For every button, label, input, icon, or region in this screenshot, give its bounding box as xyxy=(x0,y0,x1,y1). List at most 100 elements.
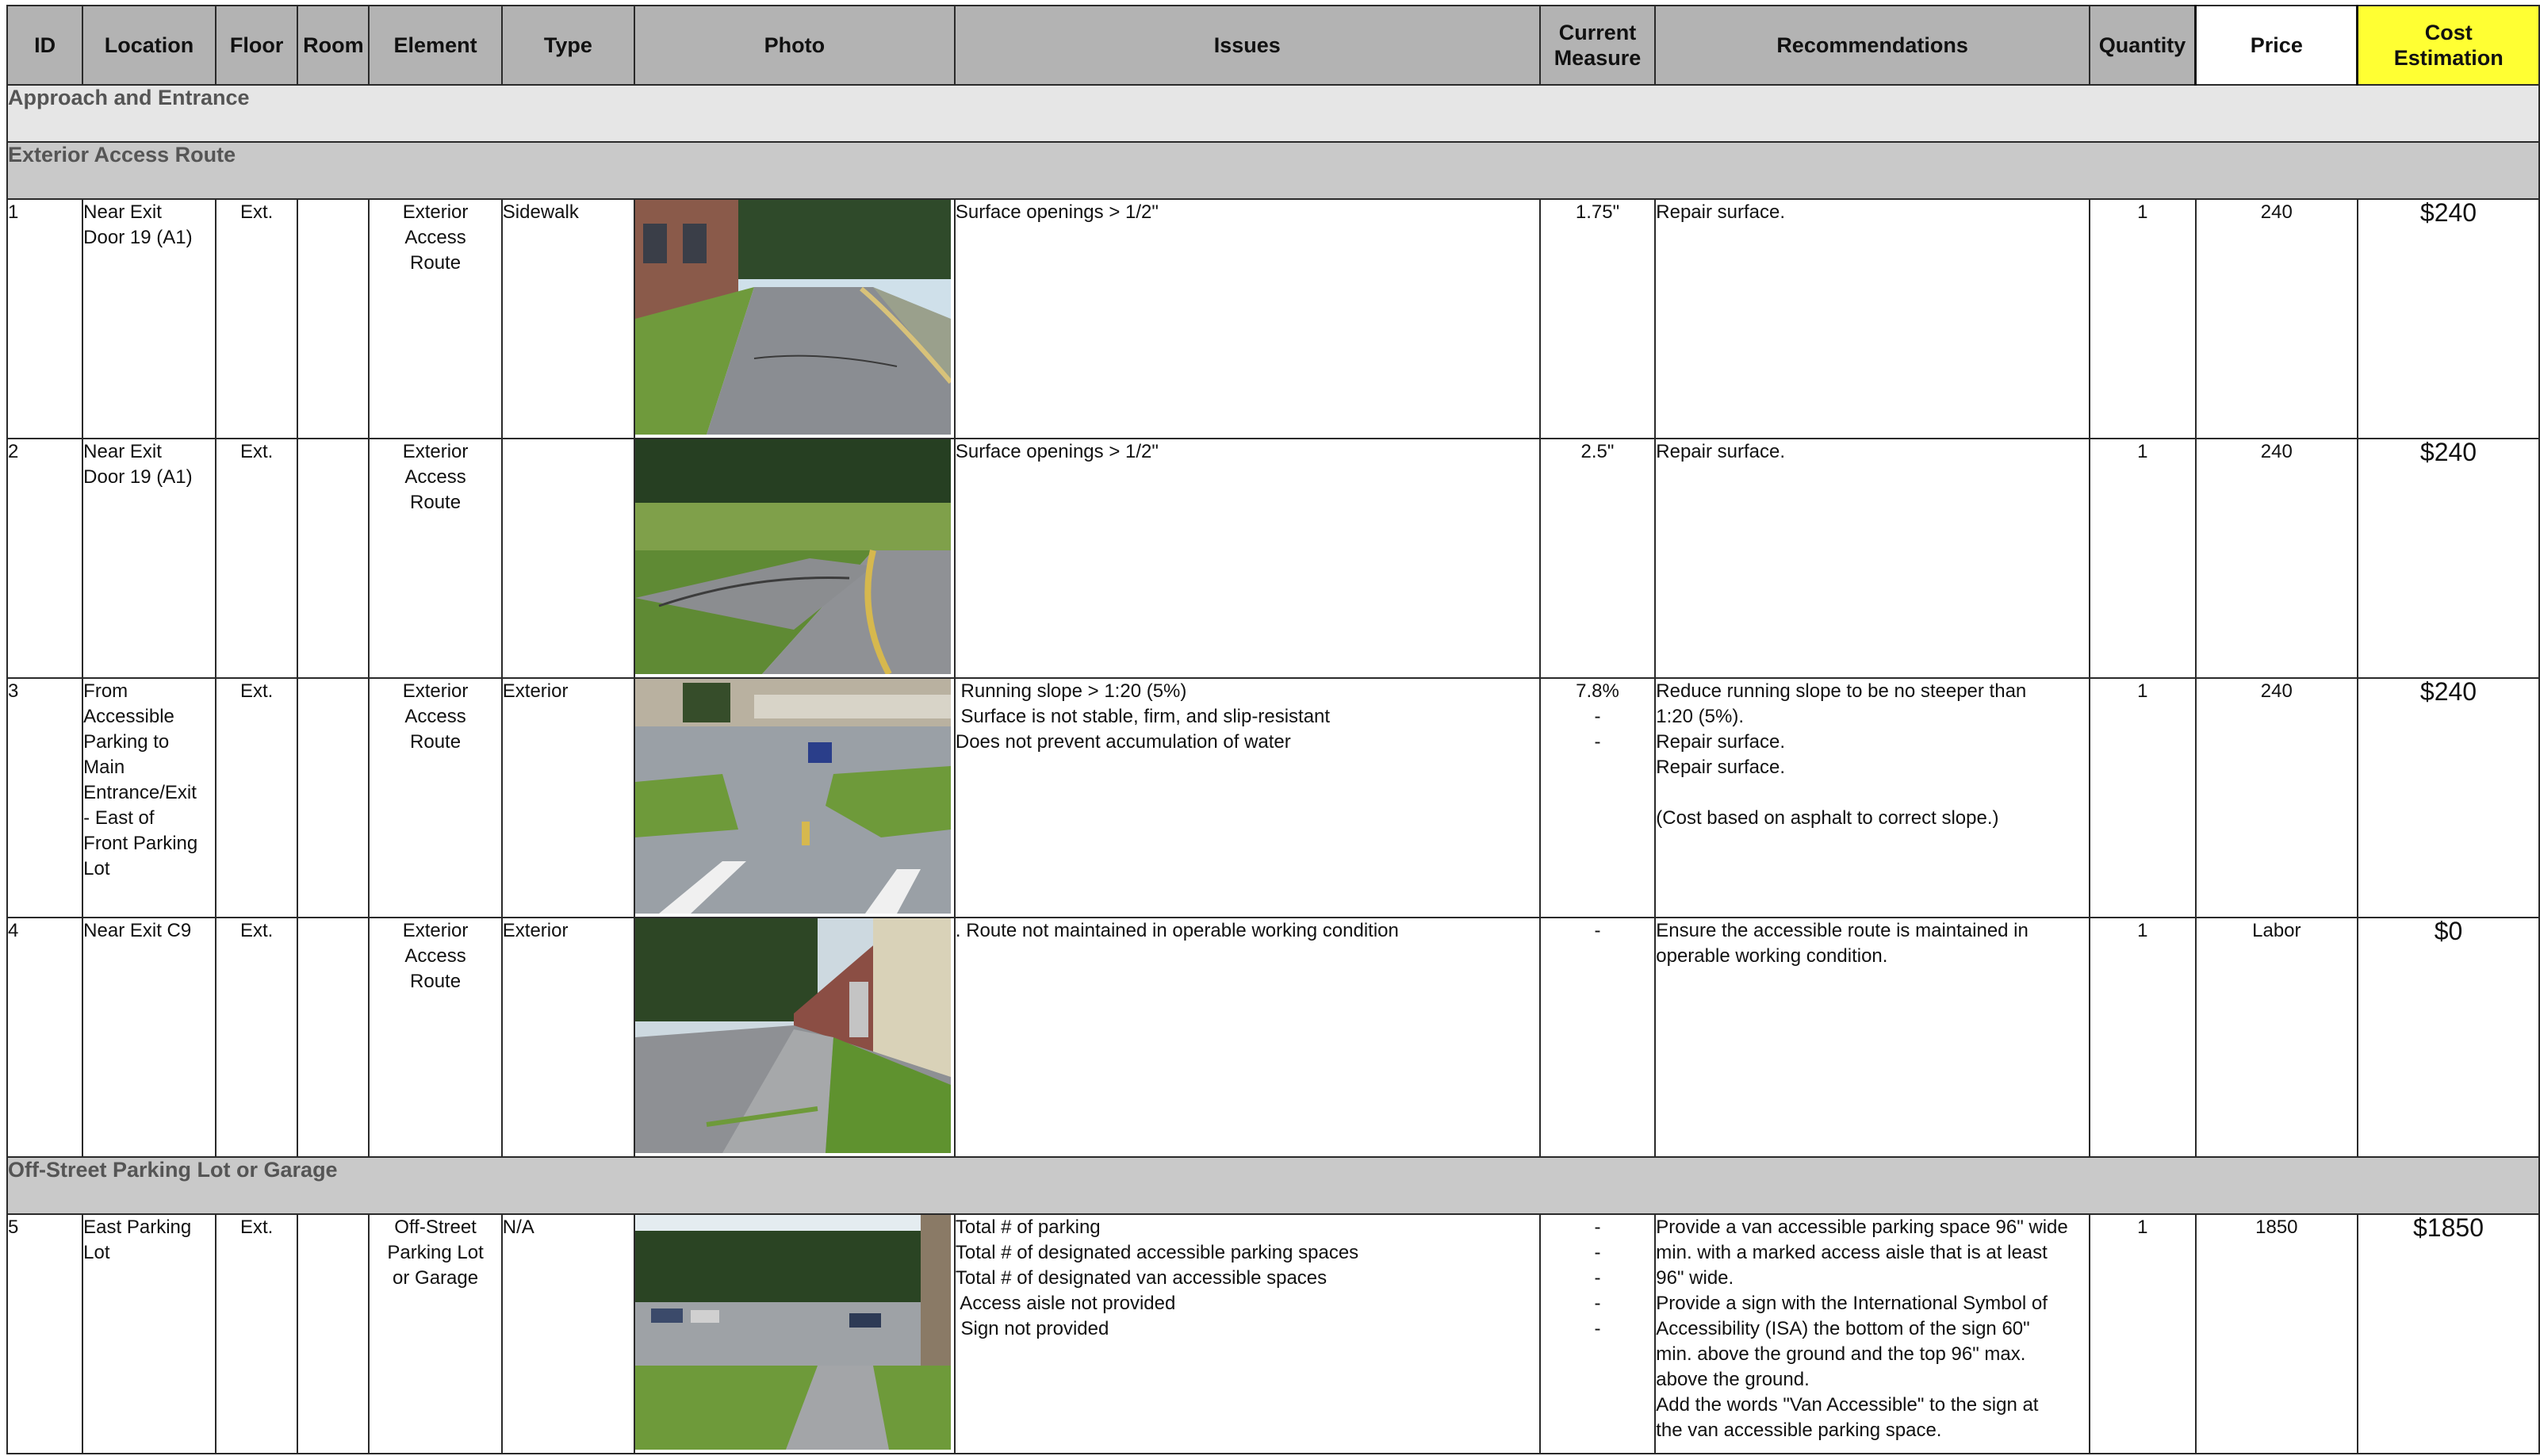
cell-measure: - - - - - xyxy=(1538,1213,1657,1454)
col-header-element: Element xyxy=(368,5,503,86)
cell-text-line: Route xyxy=(410,731,462,753)
cell-text-line: Does not prevent accumulation of water xyxy=(955,731,1291,753)
col-header-current-measure-line1: Current xyxy=(1558,21,1637,44)
cell-room xyxy=(297,917,370,1158)
cell-text-line: - East of xyxy=(83,807,155,829)
col-header-cost-estimation: Cost Estimation xyxy=(2356,5,2540,86)
cell-text-line: 96" wide. xyxy=(1656,1267,1734,1289)
photo-route-brick-building-icon xyxy=(635,919,951,1153)
cell-text-line: From xyxy=(83,680,128,702)
col-header-photo: Photo xyxy=(633,5,956,86)
cell-issues: Total # of parking Total # of designated … xyxy=(953,1213,1541,1454)
cell-text-line: Route xyxy=(410,492,462,513)
cell-text-line: Total # of designated van accessible spa… xyxy=(955,1267,1327,1289)
cell-id: 5 xyxy=(6,1213,84,1454)
cell-price: 240 xyxy=(2194,438,2358,679)
cell-photo xyxy=(633,677,956,918)
cell-measure: - xyxy=(1538,917,1657,1158)
section-title-approach: Approach and Entrance xyxy=(6,84,2540,143)
subsection-row-exterior-route: Exterior Access Route xyxy=(6,141,2540,200)
col-header-current-measure: Current Measure xyxy=(1538,5,1657,86)
cell-text-line: Total # of designated accessible parking… xyxy=(955,1242,1359,1263)
cell-text-line: Lot xyxy=(83,1242,110,1263)
cell-text-line: Door 19 (A1) xyxy=(83,227,193,248)
cell-text-line: Route xyxy=(410,252,462,274)
cell-text-line: Access xyxy=(404,945,466,967)
cell-text-line: Repair surface. xyxy=(1656,757,1786,778)
cell-text-line: Reduce running slope to be no steeper th… xyxy=(1656,680,2027,702)
cell-text-line xyxy=(1657,780,2088,806)
cell-text-line: Exterior xyxy=(402,441,469,462)
cell-text-line: 2.5" xyxy=(1580,441,1615,462)
table-row: 2 Near Exit Door 19 (A1) Ext. Exterior Acc… xyxy=(6,438,2540,679)
cell-text-line: Provide a van accessible parking space 9… xyxy=(1656,1217,2068,1238)
subsection-row-parking: Off-Street Parking Lot or Garage xyxy=(6,1156,2540,1215)
cell-floor: Ext. xyxy=(214,677,299,918)
cell-text-line: Near Exit xyxy=(83,441,162,462)
cell-price: Labor xyxy=(2194,917,2358,1158)
cell-text-line: Lot xyxy=(83,858,110,879)
cell-text-line: Repair surface. xyxy=(1656,441,1786,462)
cell-type: Exterior xyxy=(500,677,635,918)
cell-text-line: 7.8% xyxy=(1576,680,1619,702)
cell-measure: 2.5" xyxy=(1538,438,1657,679)
table-row: 1 Near Exit Door 19 (A1) Ext. Exterior Acc… xyxy=(6,198,2540,439)
cell-text-line: Surface openings > 1/2" xyxy=(955,201,1159,223)
col-header-issues: Issues xyxy=(953,5,1541,86)
cell-measure: 7.8% - - xyxy=(1538,677,1657,918)
cell-text-line: operable working condition. xyxy=(1656,945,1888,967)
cell-text-line: Exterior xyxy=(402,680,469,702)
cell-photo xyxy=(633,438,956,679)
cell-price: 240 xyxy=(2194,677,2358,918)
col-header-current-measure-line2: Measure xyxy=(1553,46,1642,70)
cell-cost: $240 xyxy=(2356,198,2540,439)
cell-room xyxy=(297,677,370,918)
cell-text-line: Entrance/Exit xyxy=(83,782,197,803)
cell-text-line: - xyxy=(1594,1293,1601,1314)
cell-text-line: Door 19 (A1) xyxy=(83,466,193,488)
cell-element: Off-Street Parking Lot or Garage xyxy=(368,1213,503,1454)
cell-text-line: Repair surface. xyxy=(1656,201,1786,223)
col-header-cost-line2: Estimation xyxy=(2393,46,2504,70)
cell-recommendations: Reduce running slope to be no steeper th… xyxy=(1654,677,2090,918)
col-header-type: Type xyxy=(500,5,635,86)
cell-room xyxy=(297,1213,370,1454)
cell-text-line: Surface is not stable, firm, and slip-re… xyxy=(955,706,1331,727)
cell-text-line: 1:20 (5%). xyxy=(1656,706,1744,727)
cell-text-line: min. above the ground and the top 96" ma… xyxy=(1656,1343,2026,1365)
cell-floor: Ext. xyxy=(214,1213,299,1454)
col-header-floor: Floor xyxy=(214,5,299,86)
cell-text-line: - xyxy=(1594,1318,1601,1339)
cell-location: From Accessible Parking to Main Entrance/Exi… xyxy=(82,677,216,918)
cell-recommendations: Repair surface. xyxy=(1654,438,2090,679)
cell-text-line: Off-Street xyxy=(394,1217,477,1238)
table-row: 3 From Accessible Parking to Main Entrance/E… xyxy=(6,677,2540,918)
col-header-location: Location xyxy=(82,5,216,86)
cell-text-line: the van accessible parking space. xyxy=(1656,1420,1942,1441)
cell-text-line: Running slope > 1:20 (5%) xyxy=(955,680,1187,702)
cell-id: 1 xyxy=(6,198,84,439)
cell-price: 1850 xyxy=(2194,1213,2358,1454)
table-row: 4 Near Exit C9 Ext. Exterior Access Route … xyxy=(6,917,2540,1158)
cell-text-line: Parking to xyxy=(83,731,170,753)
cell-text-line: - xyxy=(1594,1242,1601,1263)
cell-issues: Running slope > 1:20 (5%) Surface is not… xyxy=(953,677,1541,918)
cell-floor: Ext. xyxy=(214,438,299,679)
cell-text-line: Main xyxy=(83,757,125,778)
cell-element: Exterior Access Route xyxy=(368,677,503,918)
cell-text-line: Access xyxy=(404,227,466,248)
cell-location: Near Exit Door 19 (A1) xyxy=(82,198,216,439)
cell-issues: . Route not maintained in operable worki… xyxy=(953,917,1541,1158)
cell-quantity: 1 xyxy=(2088,198,2197,439)
cell-text-line: or Garage xyxy=(393,1267,479,1289)
cell-room xyxy=(297,438,370,679)
cell-text-line: - xyxy=(1594,731,1601,753)
cell-quantity: 1 xyxy=(2088,677,2197,918)
cell-cost: $240 xyxy=(2356,438,2540,679)
cell-text-line: Access xyxy=(404,706,466,727)
cell-text-line: Surface openings > 1/2" xyxy=(955,441,1159,462)
photo-east-parking-lot-icon xyxy=(635,1216,951,1450)
cell-text-line: Near Exit C9 xyxy=(83,920,192,941)
header-row: ID Location Floor Room Element Type Phot… xyxy=(6,5,2540,86)
cell-recommendations: Repair surface. xyxy=(1654,198,2090,439)
